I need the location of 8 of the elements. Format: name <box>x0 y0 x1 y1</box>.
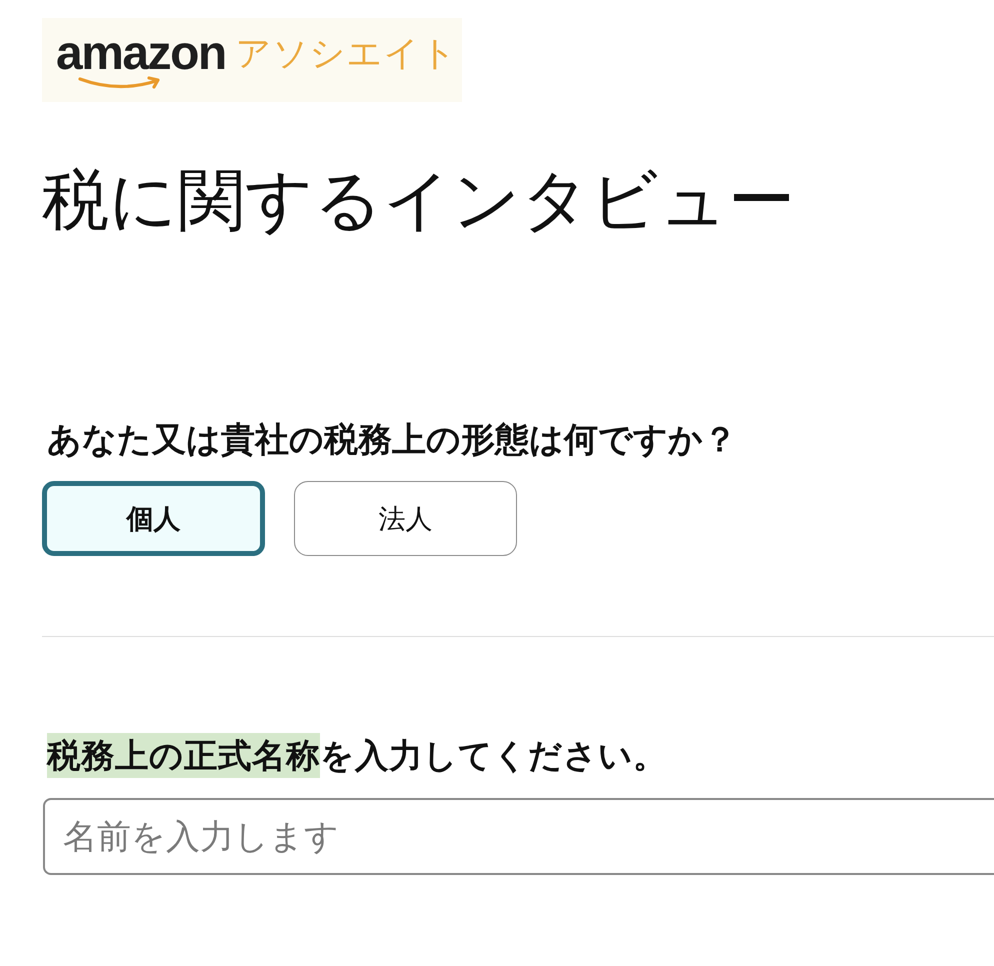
question-label: あなた又は貴社の税務上の形態は何ですか？ <box>47 419 737 461</box>
option-button[interactable]: 個人 <box>42 481 265 556</box>
logo-wordmark: amazon <box>56 32 226 76</box>
field-label: 税務上の正式名称を入力してください。 <box>47 730 667 781</box>
logo-subtitle: アソシエイト <box>236 33 458 76</box>
option-button[interactable]: 法人 <box>294 481 517 556</box>
name-input[interactable]: 名前を入力します <box>43 798 994 875</box>
page-title: 税に関するインタビュー <box>42 160 795 240</box>
